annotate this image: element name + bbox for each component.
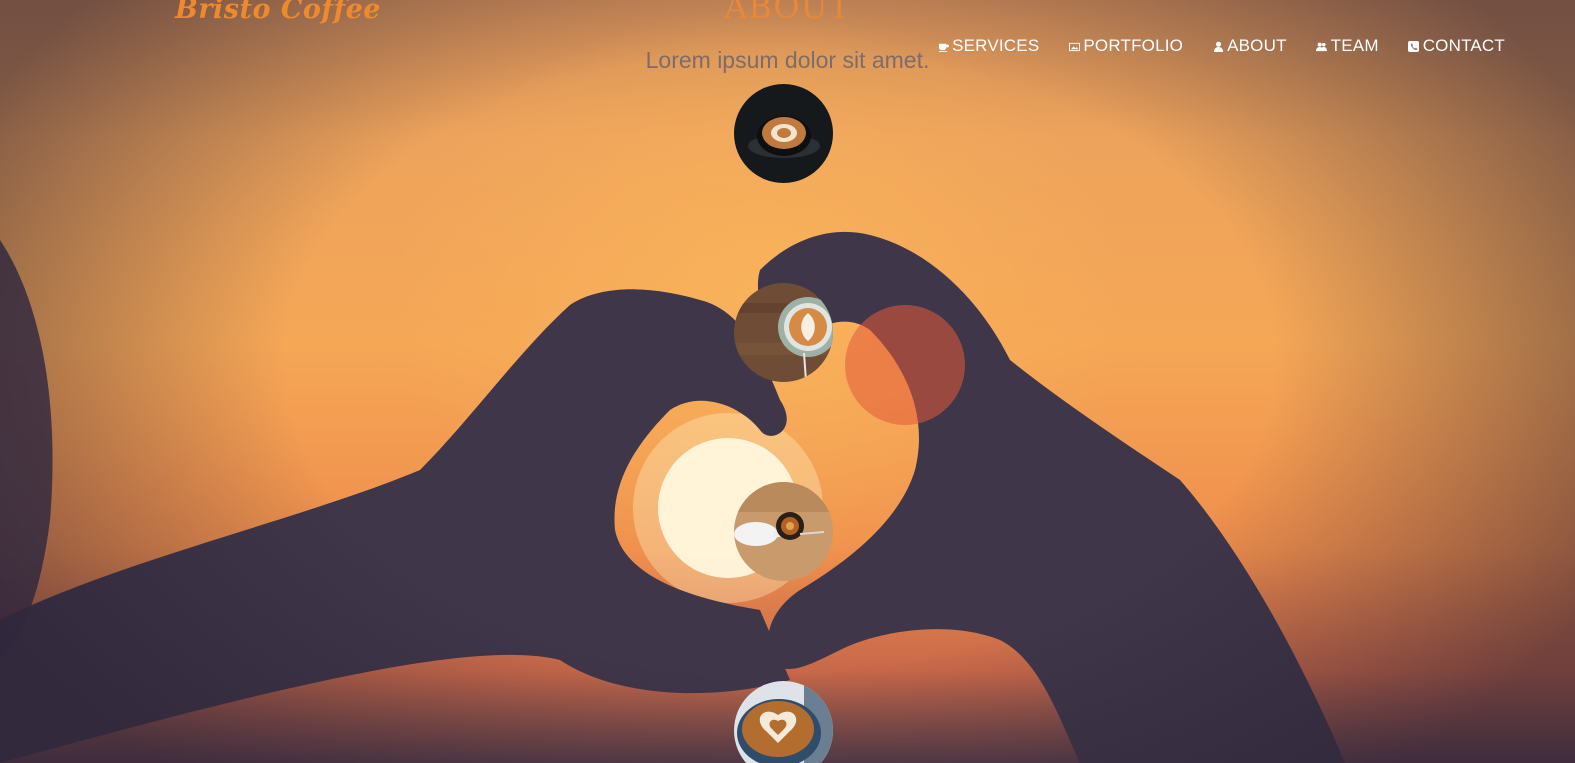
section-subtitle: Lorem ipsum dolor sit amet. <box>645 47 930 73</box>
pour-over-coffee-photo <box>734 482 833 581</box>
rosetta-latte-photo <box>734 283 833 382</box>
timeline-image-3 <box>734 482 833 581</box>
timeline-image-2 <box>734 283 833 382</box>
latte-art-cup-photo <box>734 84 833 183</box>
section-title: ABOUT <box>724 0 851 26</box>
timeline-image-1 <box>734 84 833 183</box>
